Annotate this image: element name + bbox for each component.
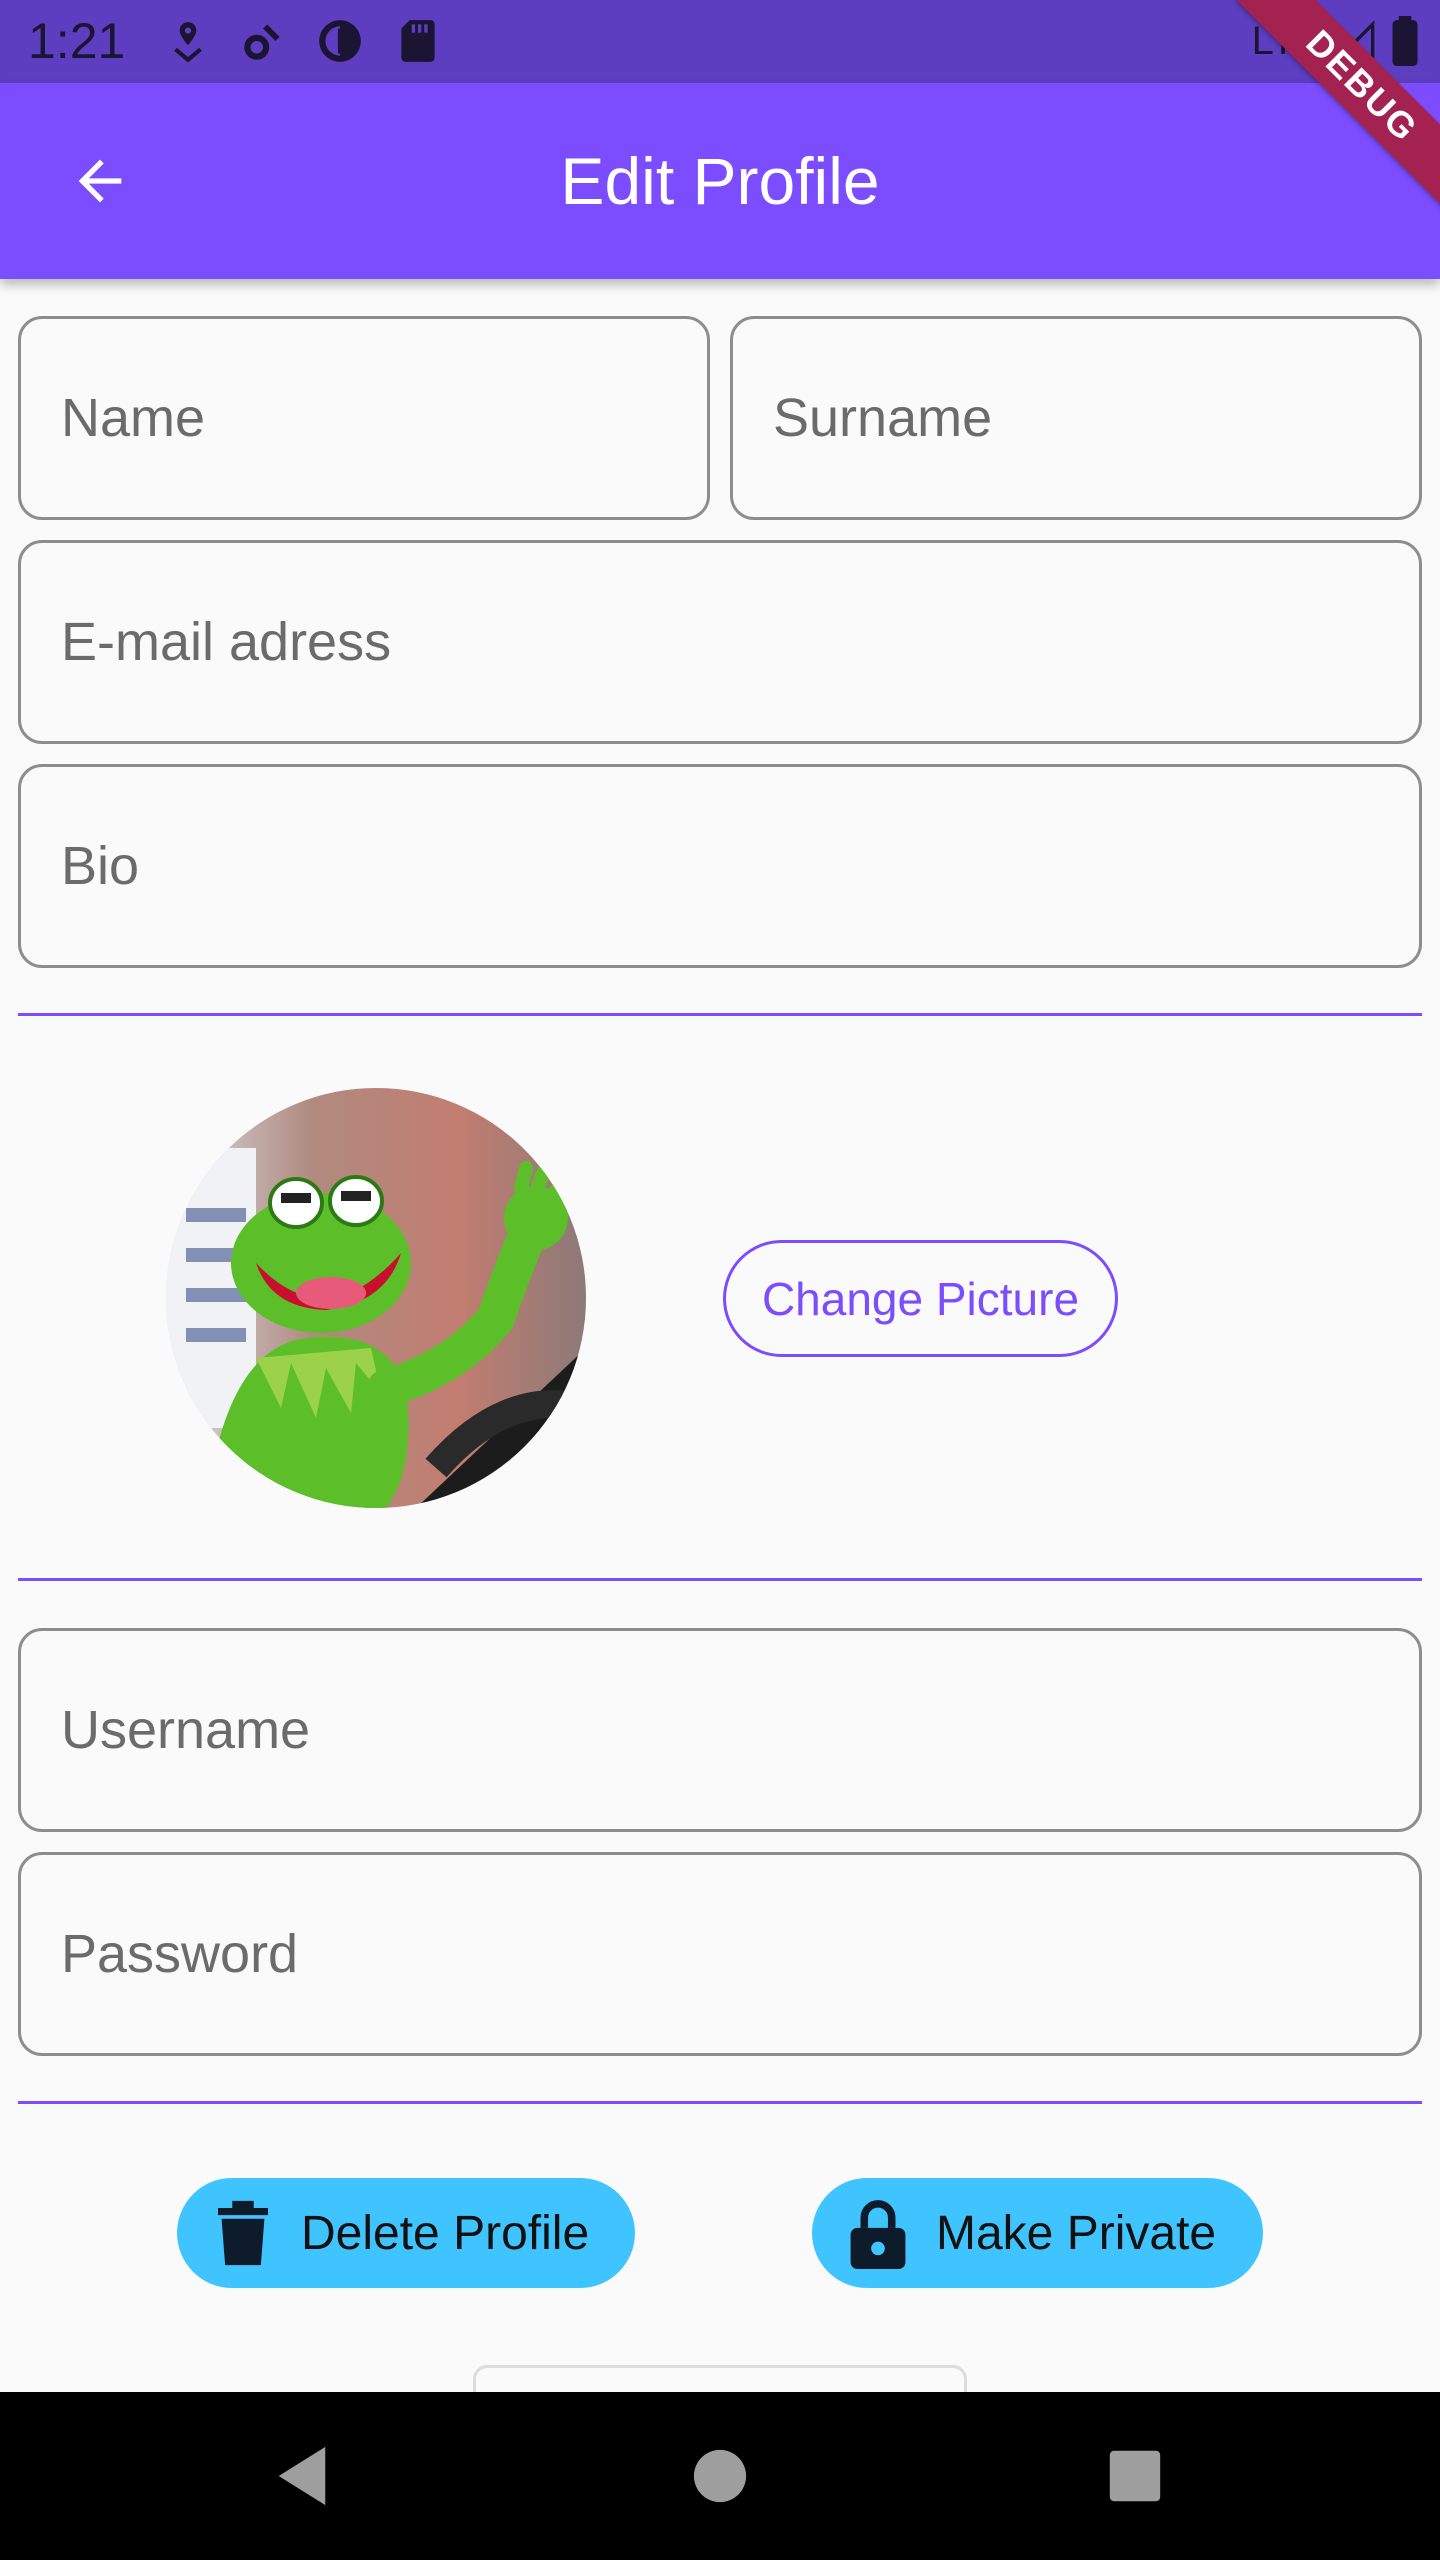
divider <box>18 1013 1422 1016</box>
divider <box>18 2101 1422 2104</box>
change-picture-button[interactable]: Change Picture <box>723 1240 1118 1357</box>
profile-picture-image <box>166 1088 586 1508</box>
nav-recents-button[interactable] <box>1095 2436 1175 2516</box>
battery-icon <box>1392 16 1418 66</box>
lock-icon <box>848 2198 908 2269</box>
password-placeholder: Password <box>61 1924 299 1984</box>
username-placeholder: Username <box>61 1700 311 1760</box>
name-placeholder: Name <box>61 388 206 448</box>
recents-square-icon <box>1109 2450 1161 2502</box>
signal-icon <box>1336 20 1375 60</box>
profile-avatar <box>166 1088 586 1508</box>
settings-icon <box>244 24 280 60</box>
username-field[interactable]: Username <box>18 1628 1422 1832</box>
back-triangle-icon <box>278 2446 326 2506</box>
delete-profile-label: Delete Profile <box>301 2206 590 2260</box>
bio-field[interactable]: Bio <box>18 764 1422 968</box>
navigation-bar <box>0 2392 1440 2560</box>
trash-icon <box>213 2198 273 2268</box>
app-bar: Edit Profile <box>0 83 1440 279</box>
home-circle-icon <box>693 2449 747 2503</box>
status-bar: 1:21 LTE <box>0 0 1440 83</box>
nav-back-button[interactable] <box>262 2436 342 2516</box>
make-private-button[interactable]: Make Private <box>812 2178 1263 2288</box>
email-placeholder: E-mail adress <box>61 612 392 672</box>
status-time: 1:21 <box>28 13 126 69</box>
data-saver-icon <box>319 20 361 62</box>
status-right: LTE <box>1252 16 1420 66</box>
divider <box>18 1578 1422 1581</box>
make-private-label: Make Private <box>936 2206 1217 2260</box>
name-field[interactable]: Name <box>18 316 710 520</box>
password-field[interactable]: Password <box>18 1852 1422 2056</box>
email-field[interactable]: E-mail adress <box>18 540 1422 744</box>
sd-card-icon <box>401 20 435 62</box>
page-title: Edit Profile <box>560 144 880 218</box>
delete-profile-button[interactable]: Delete Profile <box>177 2178 635 2288</box>
network-type: LTE <box>1251 18 1322 63</box>
change-picture-label: Change Picture <box>761 1272 1080 1325</box>
surname-field[interactable]: Surname <box>730 316 1422 520</box>
surname-placeholder: Surname <box>773 388 993 448</box>
location-icon <box>174 22 202 63</box>
bio-placeholder: Bio <box>61 836 140 896</box>
nav-home-button[interactable] <box>680 2436 760 2516</box>
screen: 1:21 LTE Edit Profile DEBUG Name Surname… <box>0 0 1440 2560</box>
